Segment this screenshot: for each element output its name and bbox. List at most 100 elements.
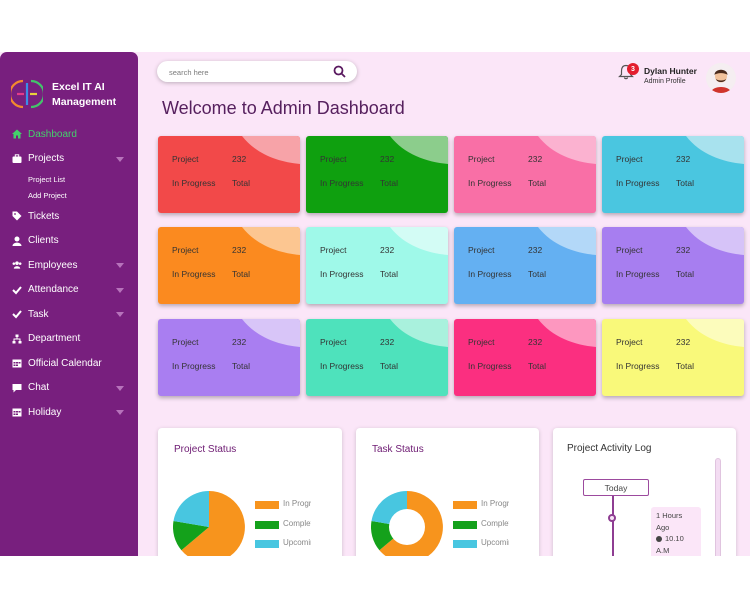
sidebar-nav: Dashboard Projects Project List Add Proj… [0, 122, 138, 425]
avatar[interactable] [706, 63, 736, 93]
sidebar-item-tickets[interactable]: Tickets [0, 204, 138, 229]
legend-label: Upcoming [283, 538, 311, 547]
card-status: In Progress [468, 269, 512, 279]
card-wave-decoration [538, 227, 596, 255]
card-value: 232 [232, 154, 247, 164]
brand-name: Excel IT AI Management [52, 80, 116, 110]
card-wave-decoration [242, 227, 300, 255]
stat-card[interactable]: Project 232 In Progress Total [158, 227, 300, 304]
donut-hole [389, 509, 425, 545]
card-label: Project [468, 245, 495, 255]
card-wave-decoration [538, 319, 596, 347]
card-wave-decoration [538, 136, 596, 164]
card-value: 232 [380, 154, 395, 164]
sidebar-item-employees[interactable]: Employees [0, 253, 138, 278]
calendar-icon [12, 358, 22, 368]
chevron-down-icon [116, 287, 124, 293]
card-value: 232 [528, 245, 543, 255]
sidebar-item-dashboard[interactable]: Dashboard [0, 122, 138, 147]
project-status-panel: Project Status In Progress Completed Upc… [158, 428, 342, 556]
card-label: Project [616, 245, 643, 255]
card-status: In Progress [320, 361, 364, 371]
home-icon [12, 129, 22, 139]
stat-card[interactable]: Project 232 In Progress Total [306, 227, 448, 304]
check-icon [12, 285, 22, 295]
card-label: Project [616, 154, 643, 164]
card-total: Total [232, 269, 250, 279]
card-wave-decoration [242, 136, 300, 164]
search-icon[interactable] [333, 65, 346, 78]
pie-slice-upcoming [173, 491, 209, 527]
sidebar-item-task[interactable]: Task [0, 302, 138, 327]
sidebar-item-label: Holiday [28, 406, 62, 418]
legend-swatch [255, 501, 279, 509]
stat-card[interactable]: Project 232 In Progress Total [602, 319, 744, 396]
chevron-down-icon [116, 410, 124, 415]
sidebar-item-label: Projects [28, 153, 65, 165]
card-value: 232 [232, 245, 247, 255]
activity-entry-ago: 1 Hours Ago [656, 511, 683, 532]
card-total: Total [676, 178, 694, 188]
card-status: In Progress [320, 178, 364, 188]
stat-card[interactable]: Project 232 In Progress Total [602, 227, 744, 304]
card-wave-decoration [686, 319, 744, 347]
card-wave-decoration [686, 227, 744, 255]
legend-label: In Progress [283, 499, 311, 508]
activity-entry[interactable]: 1 Hours Ago 10.10 A.M [651, 507, 701, 556]
chevron-down-icon [116, 312, 124, 317]
briefcase-icon [12, 153, 22, 164]
sidebar-item-attendance[interactable]: Attendance [0, 278, 138, 303]
sidebar-item-holiday[interactable]: Holiday [0, 400, 138, 425]
task-status-panel: Task Status In Progress Completed Upcomi… [356, 428, 539, 556]
card-total: Total [380, 269, 398, 279]
legend-swatch [453, 520, 477, 529]
search-input[interactable] [167, 64, 321, 80]
notification-badge: 3 [627, 63, 639, 75]
legend-swatch [453, 501, 477, 509]
card-status: In Progress [320, 269, 364, 279]
card-label: Project [468, 337, 495, 347]
card-wave-decoration [390, 136, 448, 164]
panel-title: Project Activity Log [567, 443, 652, 454]
card-label: Project [172, 245, 199, 255]
stat-card[interactable]: Project 232 In Progress Total [306, 319, 448, 396]
stat-card[interactable]: Project 232 In Progress Total [454, 319, 596, 396]
chevron-down-icon [116, 263, 124, 268]
scrollbar[interactable] [715, 458, 721, 556]
stat-card[interactable]: Project 232 In Progress Total [454, 227, 596, 304]
timeline-line [612, 488, 614, 556]
legend-label: Upcoming [481, 538, 509, 547]
chevron-down-icon [116, 385, 124, 391]
sidebar-subitem-project-list[interactable]: Project List [0, 171, 138, 188]
card-status: In Progress [468, 361, 512, 371]
stat-card[interactable]: Project 232 In Progress Total [158, 319, 300, 396]
panel-title: Task Status [372, 444, 424, 455]
sidebar-subitem-add-project[interactable]: Add Project [0, 188, 138, 205]
sidebar-item-chat[interactable]: Chat [0, 376, 138, 401]
stat-card[interactable]: Project 232 In Progress Total [602, 136, 744, 213]
card-total: Total [380, 178, 398, 188]
stat-card[interactable]: Project 232 In Progress Total [158, 136, 300, 213]
check-icon [12, 309, 22, 319]
sidebar-item-label: Chat [28, 382, 50, 394]
brand-name-line2: Management [52, 96, 117, 108]
sidebar-item-official-calendar[interactable]: Official Calendar [0, 351, 138, 376]
card-label: Project [616, 337, 643, 347]
card-wave-decoration [242, 319, 300, 347]
card-wave-decoration [390, 227, 448, 255]
legend-label: Completed [283, 518, 311, 528]
stat-card[interactable]: Project 232 In Progress Total [454, 136, 596, 213]
card-wave-decoration [390, 319, 448, 347]
calendar-icon [12, 407, 22, 417]
activity-log-panel: Project Activity Log Today 1 Hours Ago 1… [553, 428, 736, 556]
sidebar-item-projects[interactable]: Projects [0, 147, 138, 172]
sidebar-item-department[interactable]: Department [0, 327, 138, 352]
stat-card[interactable]: Project 232 In Progress Total [306, 136, 448, 213]
sidebar-item-label: Clients [28, 235, 59, 247]
chevron-down-icon [116, 156, 124, 162]
sidebar-item-clients[interactable]: Clients [0, 229, 138, 254]
legend-label: In Progress [481, 499, 509, 508]
card-total: Total [676, 269, 694, 279]
card-total: Total [528, 361, 546, 371]
clock-icon [656, 536, 662, 543]
